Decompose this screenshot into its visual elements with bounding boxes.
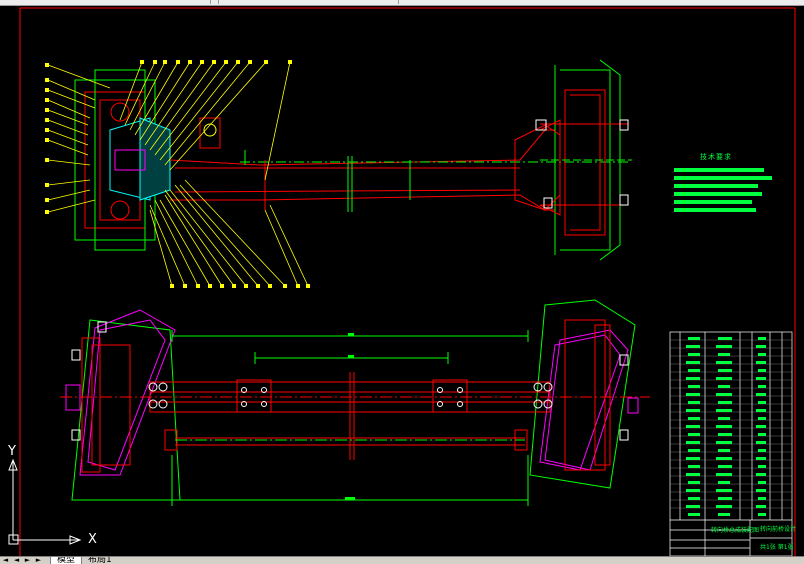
leader-balloons-left xyxy=(45,63,49,214)
bottom-axle-beam xyxy=(60,372,650,460)
technical-requirements-title: 技术要求 xyxy=(700,153,732,161)
title-block-name: 转向桥总成装配图 xyxy=(711,527,760,534)
ucs-y-label: Y xyxy=(8,444,16,459)
right-wheel-hub xyxy=(514,59,632,261)
title-block-sheet-info: 共1张 第1张 xyxy=(760,544,794,551)
ucs-x-label: X xyxy=(88,532,97,547)
toolbar-segment xyxy=(398,0,804,4)
technical-requirements-text xyxy=(674,168,772,212)
bottom-view-assembly xyxy=(60,299,650,506)
title-block-drawing-no: 转向前桥设计 xyxy=(760,526,797,533)
left-wheel-hub-section xyxy=(74,69,221,251)
top-axle-beam xyxy=(169,129,630,212)
right-wheel-plan xyxy=(529,299,639,489)
cad-drawing-canvas[interactable] xyxy=(0,5,804,556)
left-wheel-plan xyxy=(65,309,181,501)
drawing-frame xyxy=(19,7,796,556)
parts-list-table xyxy=(669,331,793,556)
top-view-assembly xyxy=(45,59,632,288)
toolbar-segment xyxy=(218,0,399,4)
leader-balloons-bottom xyxy=(170,284,310,288)
toolbar-segment xyxy=(0,0,211,4)
leader-balloons-top xyxy=(140,60,292,64)
